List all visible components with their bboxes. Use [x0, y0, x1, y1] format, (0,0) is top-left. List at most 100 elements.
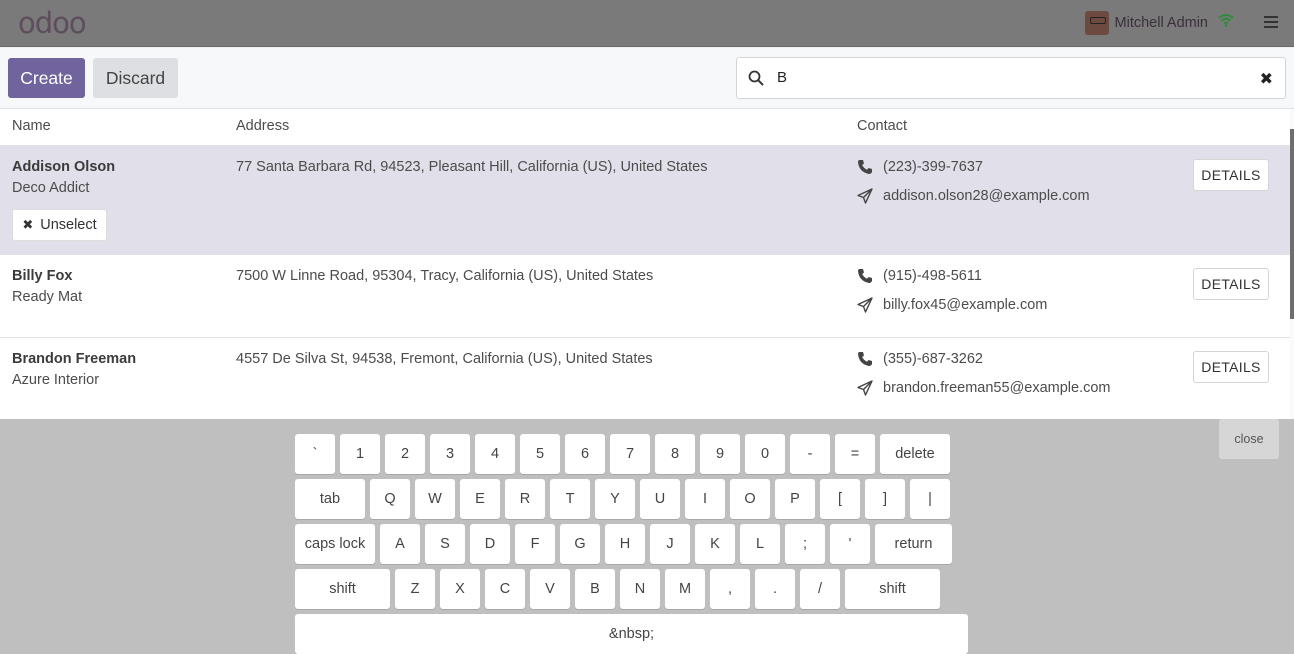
email-text: billy.fox45@example.com [883, 297, 1048, 313]
key-row1-13[interactable]: delete [880, 434, 950, 474]
key-row3-7[interactable]: J [650, 524, 690, 564]
key-row3-2[interactable]: S [425, 524, 465, 564]
customer-email: billy.fox45@example.com [857, 297, 1047, 313]
paper-plane-icon [857, 297, 873, 313]
phone-text: (915)-498-5611 [883, 268, 982, 284]
key-row1-3[interactable]: 3 [430, 434, 470, 474]
customer-phone: (223)-399-7637 [857, 159, 983, 175]
details-button[interactable]: DETAILS [1193, 351, 1269, 383]
key-row4-10[interactable]: / [800, 569, 840, 609]
key-row4-8[interactable]: , [710, 569, 750, 609]
key-row2-3[interactable]: E [460, 479, 500, 519]
key-row2-6[interactable]: Y [595, 479, 635, 519]
key-row3-10[interactable]: ; [785, 524, 825, 564]
key-row4-2[interactable]: X [440, 569, 480, 609]
key-row3-8[interactable]: K [695, 524, 735, 564]
unselect-button[interactable]: ✖ Unselect [12, 209, 107, 241]
key-row1-0[interactable]: ` [295, 434, 335, 474]
discard-button[interactable]: Discard [93, 58, 178, 98]
key-row4-1[interactable]: Z [395, 569, 435, 609]
key-row1-2[interactable]: 2 [385, 434, 425, 474]
key-row1-8[interactable]: 8 [655, 434, 695, 474]
key-row3-0[interactable]: caps lock [295, 524, 375, 564]
key-row1-11[interactable]: - [790, 434, 830, 474]
key-row3-12[interactable]: return [875, 524, 952, 564]
key-row1-10[interactable]: 0 [745, 434, 785, 474]
key-row4-0[interactable]: shift [295, 569, 390, 609]
search-icon [748, 70, 764, 86]
key-row2-4[interactable]: R [505, 479, 545, 519]
control-panel: Create Discard B ✖ [0, 48, 1294, 109]
key-row3-11[interactable]: ' [830, 524, 870, 564]
paper-plane-icon [857, 380, 873, 396]
customer-address: 7500 W Linne Road, 95304, Tracy, Califor… [236, 268, 654, 284]
key-row2-1[interactable]: Q [370, 479, 410, 519]
email-text: addison.olson28@example.com [883, 188, 1090, 204]
phone-icon [858, 352, 872, 366]
hamburger-menu-icon[interactable] [1264, 16, 1278, 30]
customer-address: 4557 De Silva St, 94538, Fremont, Califo… [236, 351, 653, 367]
close-icon: ✖ [22, 217, 34, 232]
avatar [1084, 11, 1109, 35]
customer-name: Brandon Freeman [12, 351, 137, 367]
key-row2-10[interactable]: P [775, 479, 815, 519]
customer-name: Addison Olson [12, 159, 116, 175]
key-row2-13[interactable]: | [910, 479, 950, 519]
key-row3-6[interactable]: H [605, 524, 645, 564]
odoo-logo[interactable]: odoo [18, 6, 87, 40]
key-row4-4[interactable]: V [530, 569, 570, 609]
key-row1-6[interactable]: 6 [565, 434, 605, 474]
create-button[interactable]: Create [8, 58, 85, 98]
key-row2-2[interactable]: W [415, 479, 455, 519]
key-row4-5[interactable]: B [575, 569, 615, 609]
key-row3-4[interactable]: F [515, 524, 555, 564]
customer-company: Deco Addict [12, 180, 90, 196]
table-row[interactable]: Addison Olson Deco Addict ✖ Unselect 77 … [0, 146, 1290, 255]
details-button[interactable]: DETAILS [1193, 268, 1269, 300]
close-icon[interactable]: ✖ [1260, 69, 1273, 89]
key-row3-1[interactable]: A [380, 524, 420, 564]
table-row[interactable]: Billy Fox Ready Mat 7500 W Linne Road, 9… [0, 255, 1290, 338]
key-row1-1[interactable]: 1 [340, 434, 380, 474]
customer-email: brandon.freeman55@example.com [857, 380, 1111, 396]
paper-plane-icon [857, 188, 873, 204]
search-value: B [777, 69, 788, 86]
virtual-keyboard: close ` 1 2 3 4 5 6 7 8 9 0- = delete tab Q W E R T Y U I O P[]… [0, 419, 1294, 654]
key-row3-3[interactable]: D [470, 524, 510, 564]
key-row4-3[interactable]: C [485, 569, 525, 609]
column-header-address: Address [236, 118, 290, 134]
key-row3-9[interactable]: L [740, 524, 780, 564]
scrollbar-thumb[interactable] [1290, 129, 1294, 319]
details-button[interactable]: DETAILS [1193, 159, 1269, 191]
customer-phone: (355)-687-3262 [857, 351, 983, 367]
column-header-contact: Contact [857, 118, 907, 134]
key-row1-12[interactable]: = [835, 434, 875, 474]
key-row5-0[interactable]: &nbsp; [295, 614, 968, 654]
key-row2-8[interactable]: I [685, 479, 725, 519]
key-row1-7[interactable]: 7 [610, 434, 650, 474]
key-row1-4[interactable]: 4 [475, 434, 515, 474]
key-row2-7[interactable]: U [640, 479, 680, 519]
key-row4-7[interactable]: M [665, 569, 705, 609]
scrollbar[interactable] [1290, 109, 1294, 419]
table-header: Name Address Contact [0, 109, 1290, 146]
key-row2-5[interactable]: T [550, 479, 590, 519]
key-row4-9[interactable]: . [755, 569, 795, 609]
key-row1-9[interactable]: 9 [700, 434, 740, 474]
keyboard-close-button[interactable]: close [1219, 419, 1279, 459]
key-row2-0[interactable]: tab [295, 479, 365, 519]
key-row3-5[interactable]: G [560, 524, 600, 564]
key-row2-9[interactable]: O [730, 479, 770, 519]
top-navbar: odoo Mitchell Admin [0, 0, 1294, 47]
phone-text: (223)-399-7637 [883, 159, 983, 175]
search-input[interactable]: B ✖ [736, 57, 1286, 99]
key-row4-6[interactable]: N [620, 569, 660, 609]
key-row2-11[interactable]: [ [820, 479, 860, 519]
key-row2-12[interactable]: ] [865, 479, 905, 519]
key-row4-11[interactable]: shift [845, 569, 940, 609]
key-row1-5[interactable]: 5 [520, 434, 560, 474]
table-row[interactable]: Brandon Freeman Azure Interior 4557 De S… [0, 338, 1290, 419]
user-name: Mitchell Admin [1114, 15, 1208, 31]
user-menu[interactable]: Mitchell Admin [1084, 11, 1208, 35]
phone-icon [858, 269, 872, 283]
